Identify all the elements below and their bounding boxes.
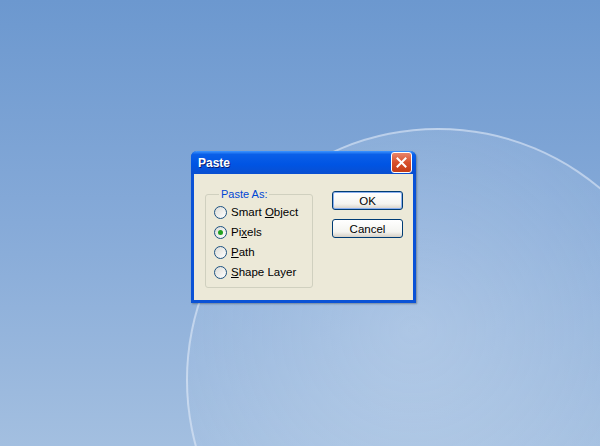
option-label: Shape Layer bbox=[231, 266, 296, 278]
title-bar[interactable]: Paste bbox=[191, 151, 416, 174]
desktop: Paste Paste As: Smart Object Pixels Path Shap… bbox=[0, 0, 600, 446]
radio-option[interactable]: Shape Layer bbox=[214, 262, 308, 282]
dialog-body: Paste As: Smart Object Pixels Path Shape Lay… bbox=[194, 174, 413, 300]
option-label: Smart Object bbox=[231, 206, 298, 218]
radio-button[interactable] bbox=[214, 266, 227, 279]
radio-button[interactable] bbox=[214, 226, 227, 239]
dialog-button[interactable]: Cancel bbox=[332, 219, 403, 238]
radio-dot bbox=[218, 230, 223, 235]
close-button[interactable] bbox=[391, 152, 412, 173]
radio-option[interactable]: Pixels bbox=[214, 222, 308, 242]
radio-option[interactable]: Smart Object bbox=[214, 202, 308, 222]
group-legend: Paste As: bbox=[219, 188, 269, 200]
radio-option[interactable]: Path bbox=[214, 242, 308, 262]
dialog-button[interactable]: OK bbox=[332, 191, 403, 210]
close-icon bbox=[396, 157, 407, 168]
paste-as-group: Paste As: Smart Object Pixels Path Shape Lay… bbox=[205, 188, 313, 288]
radio-button[interactable] bbox=[214, 246, 227, 259]
paste-dialog: Paste Paste As: Smart Object Pixels Path Shap… bbox=[191, 151, 416, 303]
window-title: Paste bbox=[198, 156, 230, 170]
button-column: OK Cancel bbox=[332, 191, 403, 238]
radio-button[interactable] bbox=[214, 206, 227, 219]
option-label: Pixels bbox=[231, 226, 262, 238]
option-label: Path bbox=[231, 246, 255, 258]
